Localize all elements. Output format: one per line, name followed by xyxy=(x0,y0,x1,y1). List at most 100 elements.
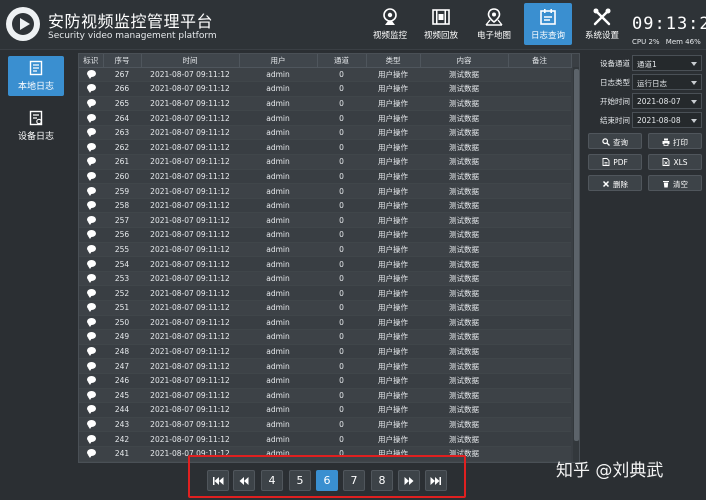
cell-time: 2021-08-07 09:11:12 xyxy=(141,271,239,286)
table-row[interactable]: 2582021-08-07 09:11:12admin0用户操作测试数据 xyxy=(79,198,571,213)
page-button[interactable]: 5 xyxy=(289,470,311,491)
column-header[interactable]: 内容 xyxy=(420,54,508,67)
table-row[interactable]: 2472021-08-07 09:11:12admin0用户操作测试数据 xyxy=(79,359,571,374)
table-row[interactable]: 2672021-08-07 09:11:12admin0用户操作测试数据 xyxy=(79,67,571,82)
table-row[interactable]: 2602021-08-07 09:11:12admin0用户操作测试数据 xyxy=(79,169,571,184)
column-header[interactable]: 序号 xyxy=(103,54,141,67)
channel-select[interactable]: 通道1 xyxy=(632,55,702,71)
first-page-button[interactable] xyxy=(207,470,229,491)
table-row[interactable]: 2422021-08-07 09:11:12admin0用户操作测试数据 xyxy=(79,432,571,447)
device-log-icon xyxy=(28,110,44,126)
page-button[interactable]: 8 xyxy=(371,470,393,491)
xls-file-icon xyxy=(662,158,670,166)
message-bubble-icon xyxy=(87,245,96,252)
clear-button[interactable]: 清空 xyxy=(648,175,702,191)
cell-type: 用户操作 xyxy=(366,228,420,243)
scrollbar-thumb[interactable] xyxy=(574,69,579,441)
cell-channel: 0 xyxy=(317,286,366,301)
cell-user: admin xyxy=(239,140,317,155)
table-row[interactable]: 2432021-08-07 09:11:12admin0用户操作测试数据 xyxy=(79,417,571,432)
column-header[interactable]: 备注 xyxy=(508,54,571,67)
cell-index: 253 xyxy=(103,271,141,286)
cell-content: 测试数据 xyxy=(420,344,508,359)
message-bubble-icon xyxy=(87,128,96,135)
start-date-select[interactable]: 2021-08-07 xyxy=(632,93,702,109)
column-header[interactable]: 通道 xyxy=(317,54,366,67)
cell-channel: 0 xyxy=(317,271,366,286)
current-page-button[interactable]: 6 xyxy=(316,470,338,491)
last-page-button[interactable] xyxy=(425,470,447,491)
cell-index: 258 xyxy=(103,198,141,213)
column-header[interactable]: 类型 xyxy=(366,54,420,67)
nav-log-query[interactable]: 日志查询 xyxy=(524,3,572,45)
table-row[interactable]: 2622021-08-07 09:11:12admin0用户操作测试数据 xyxy=(79,140,571,155)
cell-note xyxy=(508,96,571,111)
page-button[interactable]: 7 xyxy=(343,470,365,491)
table-row[interactable]: 2532021-08-07 09:11:12admin0用户操作测试数据 xyxy=(79,271,571,286)
table-row[interactable]: 2442021-08-07 09:11:12admin0用户操作测试数据 xyxy=(79,403,571,418)
clock: 09:13:29 xyxy=(632,14,704,34)
cell-type: 用户操作 xyxy=(366,417,420,432)
table-row[interactable]: 2562021-08-07 09:11:12admin0用户操作测试数据 xyxy=(79,228,571,243)
vertical-scrollbar[interactable] xyxy=(573,67,580,463)
query-button[interactable]: 查询 xyxy=(588,133,642,149)
table-row[interactable]: 2522021-08-07 09:11:12admin0用户操作测试数据 xyxy=(79,286,571,301)
table-row[interactable]: 2612021-08-07 09:11:12admin0用户操作测试数据 xyxy=(79,155,571,170)
table-row[interactable]: 2512021-08-07 09:11:12admin0用户操作测试数据 xyxy=(79,301,571,316)
cell-note xyxy=(508,359,571,374)
column-header[interactable]: 用户 xyxy=(239,54,317,67)
filter-row: 开始时间 2021-08-07 xyxy=(586,93,704,109)
cell-flag xyxy=(79,388,103,403)
cell-flag xyxy=(79,155,103,170)
cell-time: 2021-08-07 09:11:12 xyxy=(141,373,239,388)
cell-index: 264 xyxy=(103,111,141,126)
column-header[interactable]: 时间 xyxy=(141,54,239,67)
cell-channel: 0 xyxy=(317,67,366,82)
message-bubble-icon xyxy=(87,435,96,442)
nav-video-monitor[interactable]: 视频监控 xyxy=(366,3,414,45)
cell-note xyxy=(508,140,571,155)
table-row[interactable]: 2542021-08-07 09:11:12admin0用户操作测试数据 xyxy=(79,257,571,272)
cell-index: 246 xyxy=(103,373,141,388)
app-header: 安防视频监控管理平台 Security video management pla… xyxy=(0,0,706,50)
table-row[interactable]: 2652021-08-07 09:11:12admin0用户操作测试数据 xyxy=(79,96,571,111)
sidebar-item-local-log[interactable]: 本地日志 xyxy=(8,56,64,96)
pdf-button[interactable]: PDF xyxy=(588,154,642,170)
cell-type: 用户操作 xyxy=(366,67,420,82)
sidebar-item-label: 设备日志 xyxy=(8,129,64,142)
table-row[interactable]: 2452021-08-07 09:11:12admin0用户操作测试数据 xyxy=(79,388,571,403)
cell-channel: 0 xyxy=(317,228,366,243)
xls-button[interactable]: XLS xyxy=(648,154,702,170)
first-page-icon xyxy=(212,476,224,486)
cell-channel: 0 xyxy=(317,111,366,126)
table-row[interactable]: 2462021-08-07 09:11:12admin0用户操作测试数据 xyxy=(79,373,571,388)
print-button[interactable]: 打印 xyxy=(648,133,702,149)
next-page-button[interactable] xyxy=(398,470,420,491)
table-row[interactable]: 2482021-08-07 09:11:12admin0用户操作测试数据 xyxy=(79,344,571,359)
table-row[interactable]: 2572021-08-07 09:11:12admin0用户操作测试数据 xyxy=(79,213,571,228)
table-row[interactable]: 2592021-08-07 09:11:12admin0用户操作测试数据 xyxy=(79,184,571,199)
chevron-down-icon xyxy=(691,100,697,104)
cell-index: 255 xyxy=(103,242,141,257)
nav-video-playback[interactable]: 视频回放 xyxy=(417,3,465,45)
table-row[interactable]: 2642021-08-07 09:11:12admin0用户操作测试数据 xyxy=(79,111,571,126)
nav-e-map[interactable]: 电子地图 xyxy=(470,3,518,45)
table-row[interactable]: 2662021-08-07 09:11:12admin0用户操作测试数据 xyxy=(79,82,571,97)
sidebar-item-device-log[interactable]: 设备日志 xyxy=(8,106,64,146)
column-header[interactable]: 标识 xyxy=(79,54,103,67)
message-bubble-icon xyxy=(87,84,96,91)
page-button[interactable]: 4 xyxy=(261,470,283,491)
delete-button[interactable]: 删除 xyxy=(588,175,642,191)
log-type-select[interactable]: 运行日志 xyxy=(632,74,702,90)
cell-time: 2021-08-07 09:11:12 xyxy=(141,403,239,418)
table-row[interactable]: 2502021-08-07 09:11:12admin0用户操作测试数据 xyxy=(79,315,571,330)
table-row[interactable]: 2552021-08-07 09:11:12admin0用户操作测试数据 xyxy=(79,242,571,257)
nav-system-settings[interactable]: 系统设置 xyxy=(578,3,626,45)
table-row[interactable]: 2492021-08-07 09:11:12admin0用户操作测试数据 xyxy=(79,330,571,345)
cell-type: 用户操作 xyxy=(366,125,420,140)
message-bubble-icon xyxy=(87,230,96,237)
table-row[interactable]: 2632021-08-07 09:11:12admin0用户操作测试数据 xyxy=(79,125,571,140)
prev-page-button[interactable] xyxy=(233,470,255,491)
end-date-select[interactable]: 2021-08-08 xyxy=(632,112,702,128)
cell-time: 2021-08-07 09:11:12 xyxy=(141,242,239,257)
